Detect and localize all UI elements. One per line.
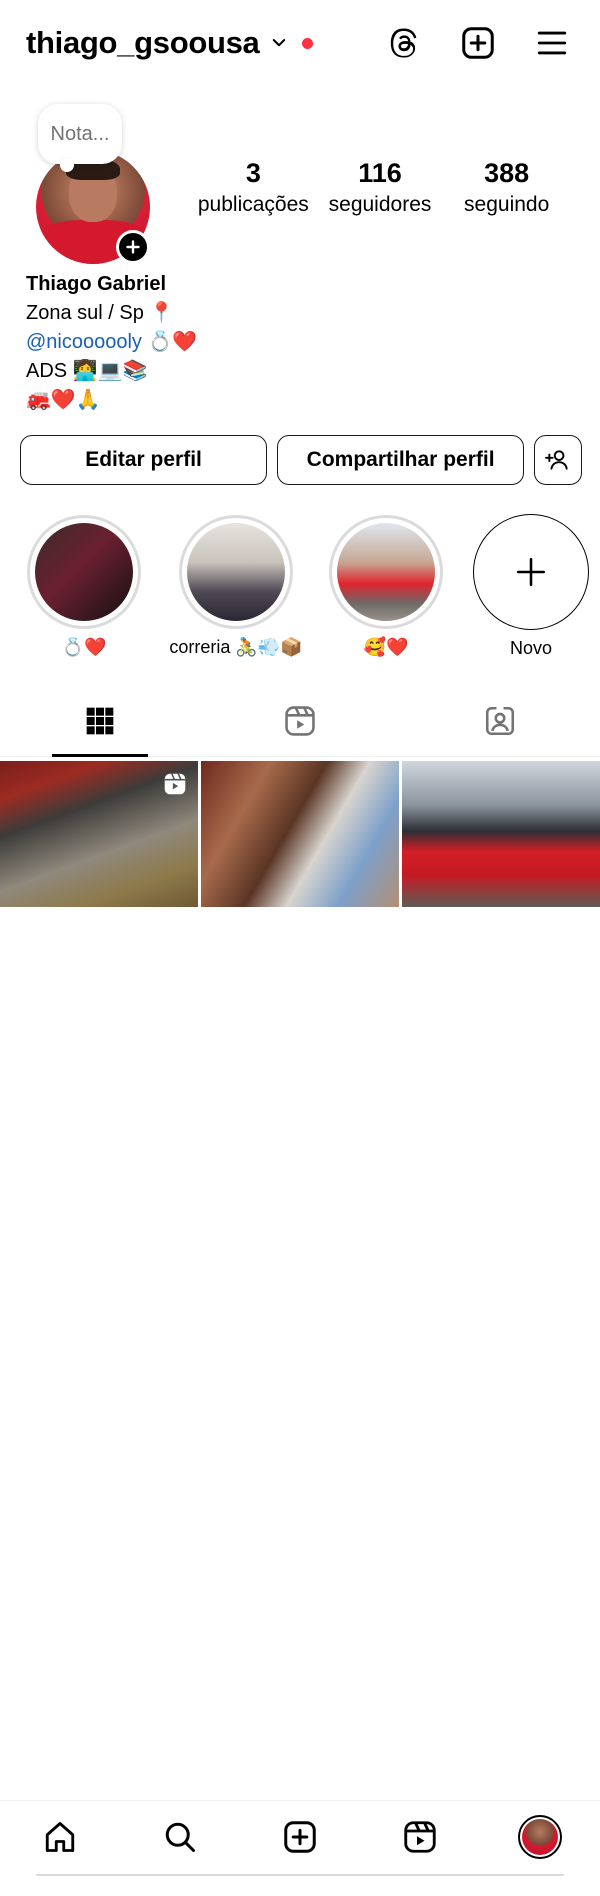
post-thumbnail[interactable] bbox=[402, 761, 600, 907]
chevron-down-icon[interactable] bbox=[270, 34, 288, 52]
stat-label: publicações bbox=[197, 193, 309, 216]
bio-mention-line: @nicoooooly 💍❤️ bbox=[26, 328, 197, 357]
note-bubble[interactable]: Nota... bbox=[38, 104, 122, 172]
home-indicator bbox=[36, 1874, 564, 1876]
tagged-icon bbox=[485, 706, 515, 735]
grid-icon bbox=[86, 707, 114, 734]
reel-badge-icon bbox=[162, 771, 188, 802]
stat-value: 116 bbox=[358, 158, 402, 188]
tab-posts-grid[interactable] bbox=[0, 685, 200, 757]
stat-label: seguindo bbox=[464, 193, 550, 216]
plus-icon bbox=[126, 240, 140, 254]
posts-grid bbox=[0, 761, 600, 907]
stat-label: seguidores bbox=[328, 193, 432, 216]
profile-actions: Editar perfil Compartilhar perfil bbox=[20, 435, 582, 485]
highlight-item[interactable]: 💍❤️ bbox=[14, 515, 154, 659]
reels-icon[interactable] bbox=[396, 1813, 444, 1861]
stat-posts[interactable]: 3 publicações bbox=[190, 156, 317, 220]
post-thumbnail[interactable] bbox=[201, 761, 399, 907]
profile-name: Thiago Gabriel bbox=[26, 273, 167, 295]
share-profile-button[interactable]: Compartilhar perfil bbox=[277, 435, 525, 485]
add-post-icon[interactable] bbox=[456, 21, 500, 65]
username[interactable]: thiago_gsoousa bbox=[26, 25, 260, 61]
stat-following[interactable]: 388 seguindo bbox=[443, 156, 570, 220]
add-story-button[interactable] bbox=[116, 230, 150, 264]
mention-link[interactable]: @nicoooooly bbox=[26, 331, 142, 353]
bio-line: ADS 👩‍💻💻📚 bbox=[26, 360, 148, 382]
stat-value: 3 bbox=[245, 158, 261, 188]
stat-value: 388 bbox=[484, 158, 530, 188]
highlight-caption: correria 🚴💨📦 bbox=[169, 637, 303, 657]
account-switcher[interactable]: thiago_gsoousa bbox=[26, 25, 313, 61]
highlight-item[interactable]: correria 🚴💨📦 bbox=[166, 515, 306, 659]
stat-followers[interactable]: 116 seguidores bbox=[317, 156, 444, 220]
mention-suffix: 💍❤️ bbox=[141, 331, 198, 353]
story-highlights: 💍❤️ correria 🚴💨📦 🥰❤️ Novo bbox=[0, 514, 600, 665]
top-bar: thiago_gsoousa bbox=[0, 0, 600, 86]
create-icon[interactable] bbox=[276, 1813, 324, 1861]
bottom-navigation bbox=[0, 1800, 600, 1872]
tab-tagged[interactable] bbox=[400, 685, 600, 756]
bio: Thiago Gabriel Zona sul / Sp 📍 @nicooooo… bbox=[26, 270, 197, 415]
add-person-icon bbox=[545, 450, 568, 470]
plus-icon bbox=[516, 557, 546, 587]
tab-reels[interactable] bbox=[200, 685, 400, 756]
search-icon[interactable] bbox=[156, 1813, 204, 1861]
highlight-caption: 💍❤️ bbox=[61, 637, 107, 657]
edit-profile-button[interactable]: Editar perfil bbox=[20, 435, 268, 485]
discover-people-button[interactable] bbox=[534, 435, 582, 485]
profile-header: Nota... 3 publicações 116 seguidores 388… bbox=[0, 100, 600, 270]
home-icon[interactable] bbox=[36, 1813, 84, 1861]
threads-icon[interactable] bbox=[382, 21, 426, 65]
new-highlight-button[interactable]: Novo bbox=[461, 514, 600, 660]
profile-tabs bbox=[0, 685, 600, 757]
highlight-caption: 🥰❤️ bbox=[363, 637, 409, 657]
notification-dot bbox=[301, 37, 313, 49]
hamburger-menu-icon[interactable] bbox=[530, 21, 574, 65]
profile-tab-avatar[interactable] bbox=[516, 1813, 564, 1861]
reels-icon bbox=[285, 705, 315, 736]
highlight-item[interactable]: 🥰❤️ bbox=[316, 515, 456, 659]
bio-line: 🚒❤️🙏 bbox=[26, 389, 101, 411]
post-thumbnail[interactable] bbox=[0, 761, 198, 907]
bio-line: Zona sul / Sp 📍 bbox=[26, 302, 175, 324]
profile-stats: 3 publicações 116 seguidores 388 seguind… bbox=[190, 156, 570, 220]
highlight-caption: Novo bbox=[509, 638, 553, 658]
